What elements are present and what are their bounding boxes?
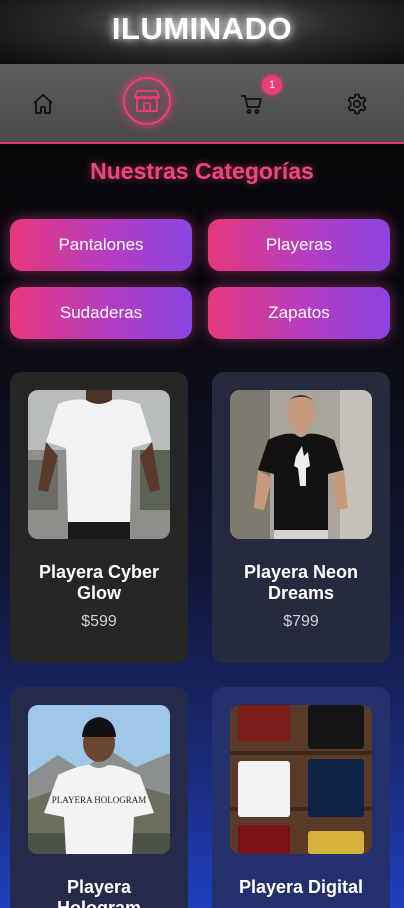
product-price: $799 [283, 613, 319, 630]
home-icon [33, 94, 53, 114]
category-playeras-button[interactable]: Playeras [208, 219, 390, 271]
cart-badge: 1 [262, 75, 282, 95]
product-image [28, 390, 170, 539]
nav-cart-button[interactable] [238, 90, 266, 118]
app-title: ILUMINADO [111, 11, 293, 46]
nav-bar: 1 [0, 64, 404, 144]
product-name: Playera Neon Dreams [243, 562, 359, 603]
product-name: Playera Cyber Glow [38, 562, 160, 603]
product-card[interactable]: Playera Cyber Glow $599 [10, 372, 188, 663]
svg-text:PLAYERA HOLOGRAM: PLAYERA HOLOGRAM [52, 795, 146, 805]
product-price: $599 [81, 613, 117, 630]
nav-home-button[interactable] [29, 90, 57, 118]
app-header: ILUMINADO [0, 0, 404, 64]
product-card[interactable]: PLAYERA HOLOGRAM Playera Hologram [10, 687, 188, 908]
gear-icon [347, 93, 367, 115]
product-image: PLAYERA HOLOGRAM [28, 705, 170, 854]
category-pantalones-button[interactable]: Pantalones [10, 219, 192, 271]
store-icon [134, 90, 160, 112]
nav-store-button[interactable] [123, 77, 171, 125]
product-card[interactable]: Playera Digital [212, 687, 390, 908]
cart-icon [241, 95, 262, 114]
product-name: Playera Hologram [56, 877, 141, 908]
product-image [230, 705, 372, 854]
categories-title: Nuestras Categorías [90, 158, 314, 184]
product-image [230, 390, 372, 539]
category-sudaderas-button[interactable]: Sudaderas [10, 287, 192, 339]
category-zapatos-button[interactable]: Zapatos [208, 287, 390, 339]
product-name: Playera Digital [238, 877, 364, 897]
product-card[interactable]: Playera Neon Dreams $799 [212, 372, 390, 663]
nav-settings-button[interactable] [343, 90, 371, 118]
